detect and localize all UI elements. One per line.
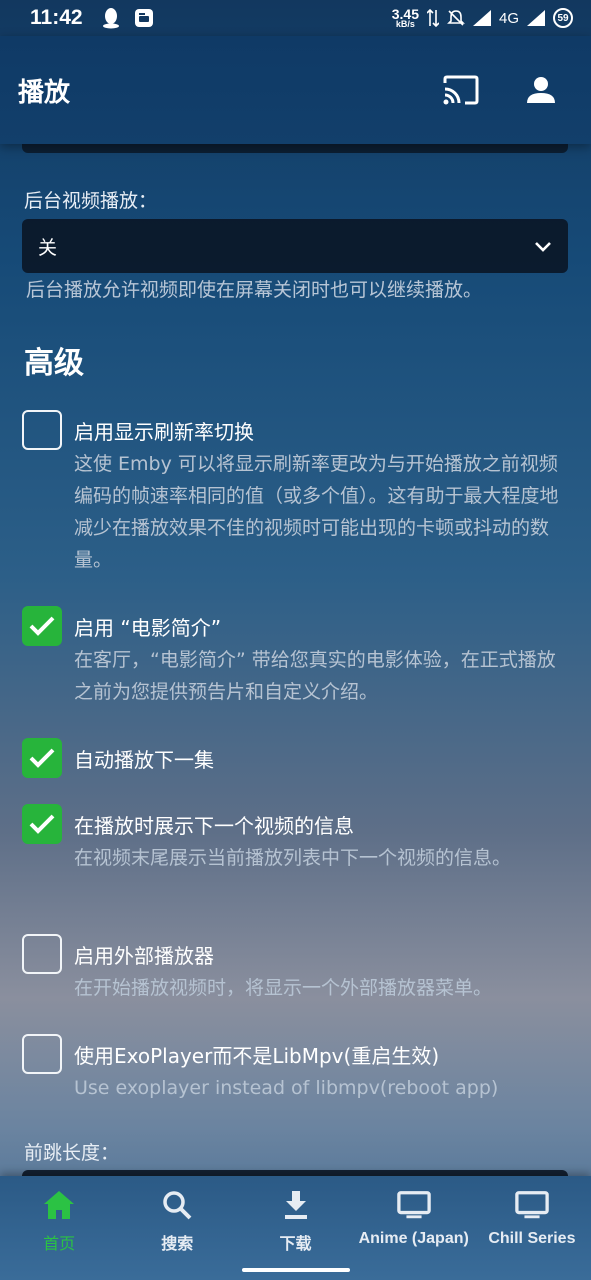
- header-actions: [441, 70, 561, 110]
- user-button[interactable]: [521, 70, 561, 110]
- status-left-icons: [101, 7, 155, 29]
- status-time: 11:42: [30, 6, 83, 29]
- option-description: 在视频末尾展示当前播放列表中下一个视频的信息。: [74, 847, 512, 869]
- nav-item-search[interactable]: 搜索: [118, 1176, 236, 1280]
- cast-icon: [443, 75, 479, 105]
- mute-bell-icon: [447, 10, 465, 26]
- data-transfer-icon: [426, 8, 439, 28]
- home-icon: [44, 1191, 75, 1219]
- nav-item-chill-series[interactable]: Chill Series: [473, 1176, 591, 1280]
- tv-icon: [396, 1191, 431, 1219]
- nav-label: Anime (Japan): [358, 1230, 469, 1247]
- signal-icon: [472, 10, 491, 26]
- checkmark-icon: [29, 748, 55, 768]
- playback-settings-page: 11:42 3.45 kB/s 4G 59 播放 后台视频播放： 关 后台播放允…: [0, 0, 591, 1280]
- background-playback-help: 后台播放允许视频即使在屏幕关闭时也可以继续播放。: [26, 279, 483, 301]
- download-icon: [284, 1191, 307, 1219]
- option-label: 使用ExoPlayer而不是LibMpv(重启生效): [74, 1044, 440, 1068]
- background-playback-label: 后台视频播放：: [24, 190, 158, 212]
- bottom-navigation: 首页 搜索 下载 Anime (Japan) Chill Series: [0, 1176, 591, 1280]
- battery-indicator: 59: [553, 8, 573, 28]
- nav-label: 下载: [279, 1236, 312, 1253]
- skip-forward-label: 前跳长度：: [24, 1142, 120, 1164]
- checkbox[interactable]: [22, 738, 62, 778]
- checkmark-icon: [29, 616, 55, 636]
- nav-item-download[interactable]: 下载: [236, 1176, 354, 1280]
- status-bar: 11:42 3.45 kB/s 4G 59: [0, 0, 591, 36]
- gesture-home-indicator[interactable]: [242, 1268, 350, 1272]
- checkbox[interactable]: [22, 804, 62, 844]
- page-title: 播放: [18, 77, 71, 108]
- option-label: 启用外部播放器: [74, 944, 214, 968]
- checkbox[interactable]: [22, 1034, 62, 1074]
- option-description: 在客厅，“电影简介” 带给您真实的电影体验，在正式播放之前为您提供预告片和自定义…: [74, 649, 556, 703]
- network-type: 4G: [498, 9, 519, 27]
- checkbox[interactable]: [22, 410, 62, 450]
- signal-icon-2: [527, 10, 545, 26]
- app-header: 播放: [0, 36, 591, 144]
- background-playback-select[interactable]: 关: [22, 219, 568, 273]
- option-label: 启用显示刷新率切换: [74, 420, 254, 444]
- previous-select-edge: [22, 144, 568, 153]
- option-description: 在开始播放视频时，将显示一个外部播放器菜单。: [74, 977, 493, 999]
- search-icon: [163, 1191, 192, 1220]
- advanced-section-title: 高级: [24, 346, 84, 381]
- tv-icon: [515, 1191, 549, 1219]
- checkmark-icon: [29, 814, 55, 834]
- nav-item-anime-japan[interactable]: Anime (Japan): [355, 1176, 473, 1280]
- app-notification-icon: [134, 9, 153, 27]
- checkbox[interactable]: [22, 606, 62, 646]
- qq-notification-icon: [102, 8, 119, 29]
- checkbox[interactable]: [22, 934, 62, 974]
- settings-content[interactable]: 后台视频播放： 关 后台播放允许视频即使在屏幕关闭时也可以继续播放。 高级 启用…: [0, 144, 591, 1176]
- cast-button[interactable]: [441, 70, 481, 110]
- background-playback-value: 关: [38, 236, 58, 259]
- nav-label: 搜索: [161, 1236, 194, 1253]
- option-description: Use exoplayer instead of libmpv(reboot a…: [74, 1077, 499, 1099]
- option-description: 这使 Emby 可以将显示刷新率更改为与开始播放之前视频编码的帧速率相同的值（或…: [74, 453, 559, 571]
- user-icon: [527, 77, 555, 103]
- network-speed: 3.45 kB/s: [391, 5, 419, 30]
- option-label: 自动播放下一集: [74, 748, 214, 772]
- status-right: 3.45 kB/s 4G 59: [391, 5, 573, 30]
- option-label: 在播放时展示下一个视频的信息: [74, 814, 354, 838]
- nav-item-home[interactable]: 首页: [0, 1176, 118, 1280]
- chevron-down-icon: [535, 242, 551, 252]
- option-label: 启用 “电影简介”: [74, 616, 222, 640]
- nav-label: Chill Series: [488, 1230, 576, 1247]
- nav-label: 首页: [43, 1236, 76, 1253]
